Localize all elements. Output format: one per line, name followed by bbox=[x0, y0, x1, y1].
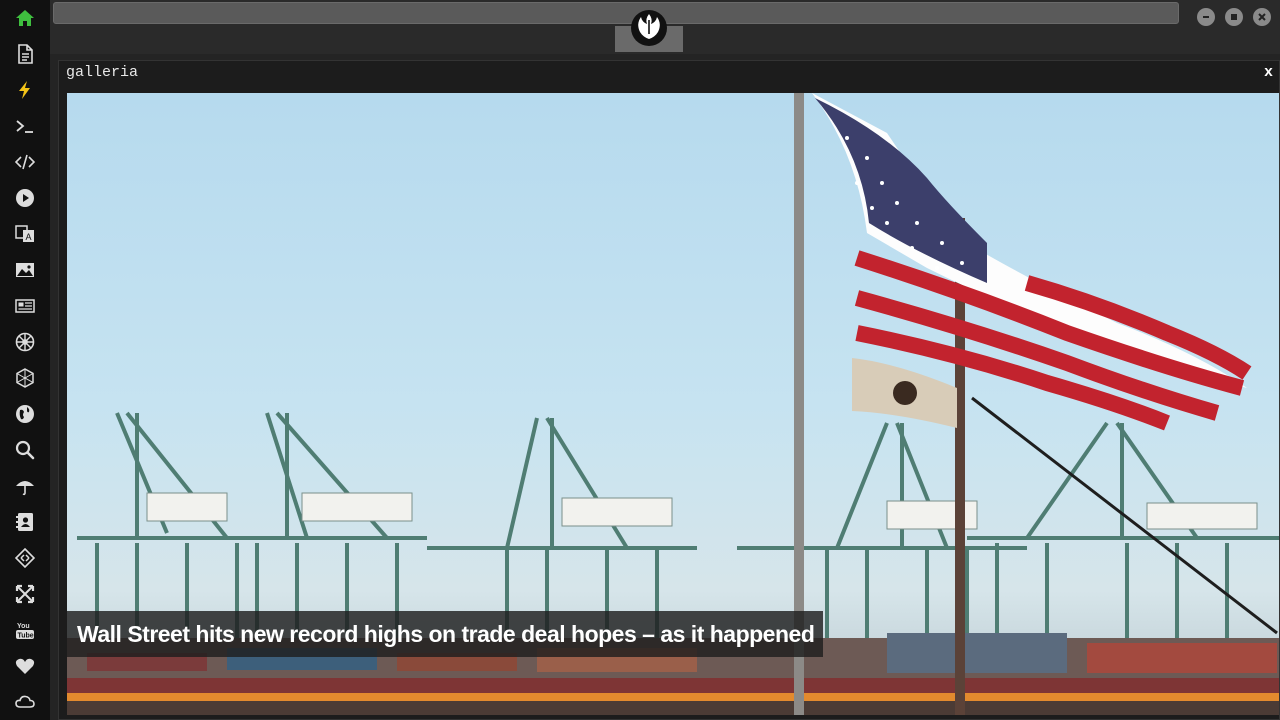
lightning-icon[interactable] bbox=[12, 77, 38, 103]
code-icon[interactable] bbox=[12, 149, 38, 175]
cloud-icon[interactable] bbox=[12, 689, 38, 715]
play-icon[interactable] bbox=[12, 185, 38, 211]
panel-close-button[interactable]: x bbox=[1264, 64, 1273, 81]
svg-text:A: A bbox=[26, 232, 32, 242]
terminal-icon[interactable] bbox=[12, 113, 38, 139]
document-icon[interactable] bbox=[12, 41, 38, 67]
svg-text:Tube: Tube bbox=[18, 633, 34, 640]
galleria-panel: galleria x Wall Street hits new record h… bbox=[58, 60, 1280, 720]
youtube-icon[interactable]: You Tube bbox=[12, 617, 38, 643]
main-area: galleria x Wall Street hits new record h… bbox=[50, 54, 1280, 720]
heart-icon[interactable] bbox=[12, 653, 38, 679]
top-bar bbox=[50, 0, 1280, 54]
gallery-image[interactable]: Wall Street hits new record highs on tra… bbox=[67, 93, 1279, 715]
svg-text:You: You bbox=[17, 623, 30, 630]
caption-text: Wall Street hits new record highs on tra… bbox=[77, 620, 815, 647]
umbrella-icon[interactable] bbox=[12, 473, 38, 499]
maximize-icon[interactable] bbox=[1225, 8, 1243, 26]
contacts-icon[interactable] bbox=[12, 509, 38, 535]
minimize-icon[interactable] bbox=[1197, 8, 1215, 26]
rebel-alliance-icon[interactable] bbox=[629, 8, 669, 48]
newspaper-icon[interactable] bbox=[12, 293, 38, 319]
transfer-icon[interactable] bbox=[12, 545, 38, 571]
search-icon[interactable] bbox=[12, 437, 38, 463]
hexagon-icon[interactable] bbox=[12, 365, 38, 391]
image-icon[interactable] bbox=[12, 257, 38, 283]
sidebar: A You Tube bbox=[0, 0, 50, 720]
address-bar[interactable] bbox=[53, 2, 1179, 24]
home-icon[interactable] bbox=[12, 5, 38, 31]
globe-icon[interactable] bbox=[12, 401, 38, 427]
empire-icon[interactable] bbox=[12, 329, 38, 355]
panel-title: galleria bbox=[66, 64, 139, 81]
close-icon[interactable] bbox=[1253, 8, 1271, 26]
expand-icon[interactable] bbox=[12, 581, 38, 607]
image-caption: Wall Street hits new record highs on tra… bbox=[67, 611, 823, 657]
translate-icon[interactable]: A bbox=[12, 221, 38, 247]
